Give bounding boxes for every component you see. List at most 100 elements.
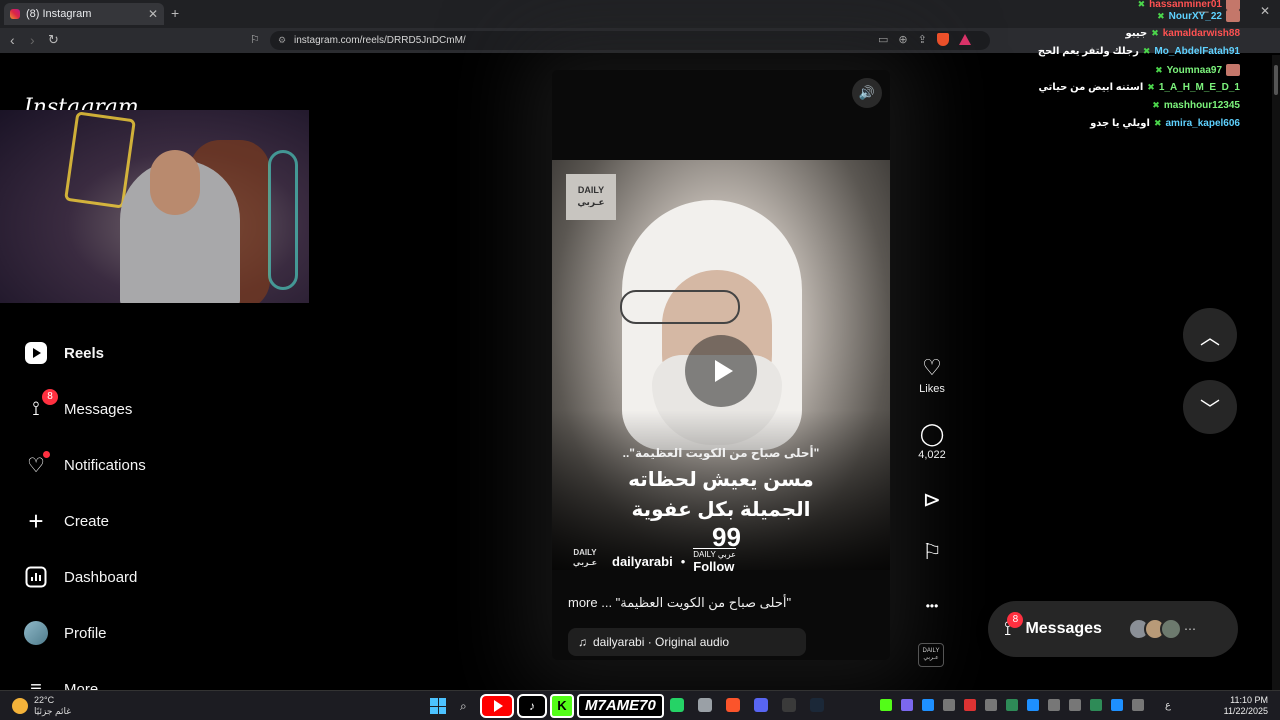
streamer-banner: ♪ K M7AME70 xyxy=(480,692,664,720)
start-button[interactable] xyxy=(430,698,446,714)
separator: • xyxy=(680,553,686,569)
sidebar-item-messages[interactable]: ⟟ 8 Messages xyxy=(24,389,132,421)
chat-username: Youmnaa97 xyxy=(1166,64,1222,76)
site-info-icon[interactable]: ⚙ xyxy=(278,35,286,46)
page-scrollbar[interactable] xyxy=(1272,55,1280,690)
tiktok-icon: ♪ xyxy=(517,694,547,718)
previous-reel-button[interactable]: ︿ xyxy=(1183,308,1237,362)
share-button[interactable]: ⊳ xyxy=(910,487,954,513)
tray-icon[interactable] xyxy=(1132,699,1144,711)
chat-username: NourXY_22 xyxy=(1168,10,1222,22)
kick-badge-icon: ✖ xyxy=(1153,118,1162,128)
pinned-apps xyxy=(670,698,824,712)
browser-tab-instagram[interactable]: (8) Instagram ✕ xyxy=(4,3,164,25)
more-options-button[interactable]: ••• xyxy=(910,593,954,619)
streamer-head xyxy=(150,150,200,215)
streamer-handle: M7AME70 xyxy=(577,694,664,718)
comment-count: 4,022 xyxy=(918,449,946,461)
cast-icon[interactable]: ▭ xyxy=(878,33,888,46)
tray-icon[interactable] xyxy=(1069,699,1081,711)
chevron-down-icon: ﹀ xyxy=(1200,398,1220,421)
tray-icon[interactable] xyxy=(1090,699,1102,711)
reel-quote-big: مسن يعيش لحظاته الجميلة بكل عفوية xyxy=(628,469,814,521)
heart-icon: ♡ xyxy=(922,355,942,380)
comment-button[interactable]: ◯ 4,022 xyxy=(910,421,954,461)
tray-icon[interactable] xyxy=(1027,699,1039,711)
tray-icon[interactable] xyxy=(901,699,913,711)
weather-widget[interactable]: 22°C غائم جزئيًا xyxy=(12,695,71,717)
neon-light xyxy=(268,150,298,290)
author-name[interactable]: dailyarabi xyxy=(612,554,673,569)
windows-taskbar: 22°C غائم جزئيًا ⌕ ♪ K M7AME70 ع 11:10 PM… xyxy=(0,690,1280,720)
play-icon[interactable] xyxy=(685,335,757,407)
tray-icon[interactable] xyxy=(1111,699,1123,711)
search-icon[interactable]: ⌕ xyxy=(460,699,467,714)
brave-shield-icon[interactable] xyxy=(936,33,949,46)
volume-icon[interactable]: 🔊 xyxy=(852,78,882,108)
close-window-button[interactable]: ✕ xyxy=(1260,4,1270,18)
brave-rewards-icon[interactable] xyxy=(958,34,971,45)
tray-icon[interactable] xyxy=(985,699,997,711)
follow-button[interactable]: DAILY عربي Follow xyxy=(693,548,736,574)
messenger-icon: ⟟ 8 xyxy=(24,389,58,421)
language-indicator[interactable]: ع xyxy=(1165,700,1171,711)
sidebar-item-notifications[interactable]: ♡ Notifications xyxy=(24,451,146,477)
tray-icon[interactable] xyxy=(964,699,976,711)
share-icon[interactable]: ⇪ xyxy=(918,33,927,46)
tray-icon[interactable] xyxy=(943,699,955,711)
bookmark-icon[interactable]: ⚐ xyxy=(250,33,260,46)
bookmark-icon: ⚐ xyxy=(922,539,942,564)
emote-icon xyxy=(1226,0,1240,10)
tray-icon[interactable] xyxy=(880,699,892,711)
reload-icon[interactable]: ↻ xyxy=(48,32,59,48)
kick-badge-icon: ✖ xyxy=(1137,0,1146,9)
chat-message: اويلي يا جدو ✖ amira_kapel606 xyxy=(1090,118,1240,129)
sidebar-item-create[interactable]: + Create xyxy=(24,506,109,536)
chat-username: 1_A_H_M_E_D_1 xyxy=(1158,82,1240,93)
whatsapp-icon[interactable] xyxy=(670,698,684,712)
tray-icon[interactable] xyxy=(1048,699,1060,711)
chat-message: ✖ hassanminer01 xyxy=(1138,0,1240,10)
instagram-favicon-icon xyxy=(10,9,20,19)
sidebar-item-profile[interactable]: Profile xyxy=(24,621,107,645)
comment-icon: ◯ xyxy=(919,421,945,446)
sidebar-item-dashboard[interactable]: Dashboard xyxy=(24,565,137,589)
next-reel-button[interactable]: ﹀ xyxy=(1183,380,1237,434)
sidebar-item-reels[interactable]: Reels xyxy=(24,341,104,365)
zoom-icon[interactable]: ⊕ xyxy=(898,33,907,46)
new-tab-button[interactable]: + xyxy=(171,5,179,21)
steam-icon[interactable] xyxy=(810,698,824,712)
weather-icon xyxy=(12,698,28,714)
audio-label: dailyarabi · Original audio xyxy=(593,635,730,649)
audio-chip[interactable]: ♫ dailyarabi · Original audio xyxy=(568,628,806,656)
like-button[interactable]: ♡ Likes xyxy=(910,355,954,395)
brave-icon[interactable] xyxy=(726,698,740,712)
kick-badge-icon: ✖ xyxy=(1152,100,1160,110)
save-button[interactable]: ⚐ xyxy=(910,539,954,565)
back-icon[interactable]: ‹ xyxy=(10,32,15,48)
chat-text: جيبو xyxy=(1125,28,1148,39)
kick-badge-icon: ✖ xyxy=(1142,46,1151,56)
emote-icon xyxy=(1226,64,1240,76)
forward-icon[interactable]: › xyxy=(30,32,35,48)
sidebar-item-label: Profile xyxy=(64,624,107,642)
chat-text: اويلي يا جدو xyxy=(1090,118,1150,129)
author-avatar[interactable]: DAILY عـربي xyxy=(570,548,600,574)
tray-icon[interactable] xyxy=(922,699,934,711)
video-glasses xyxy=(620,290,740,324)
audio-thumbnail[interactable]: DAILY عـربي xyxy=(918,643,944,667)
tab-title: (8) Instagram xyxy=(26,8,92,20)
discord-icon[interactable] xyxy=(754,698,768,712)
kick-icon: K xyxy=(550,694,574,718)
tray-icon[interactable] xyxy=(1006,699,1018,711)
tab-close-icon[interactable]: ✕ xyxy=(148,7,158,21)
app-icon[interactable] xyxy=(698,698,712,712)
reel-caption[interactable]: more ... "أحلى صباح من الكويت العظيمة" xyxy=(568,595,791,611)
terminal-icon[interactable] xyxy=(782,698,796,712)
messages-pill[interactable]: ⟟ 8 Messages ⋯ xyxy=(988,601,1238,657)
kick-badge-icon: ✖ xyxy=(1147,82,1155,92)
notification-dot xyxy=(43,451,50,458)
reel-author: DAILY عـربي dailyarabi • DAILY عربي Follo… xyxy=(570,548,736,574)
taskbar-clock[interactable]: 11:10 PM 11/22/2025 xyxy=(1224,695,1268,717)
reel-player[interactable]: 🔊 DAILY عـربي "أحلى صباح من الكويت العظي… xyxy=(552,70,890,660)
